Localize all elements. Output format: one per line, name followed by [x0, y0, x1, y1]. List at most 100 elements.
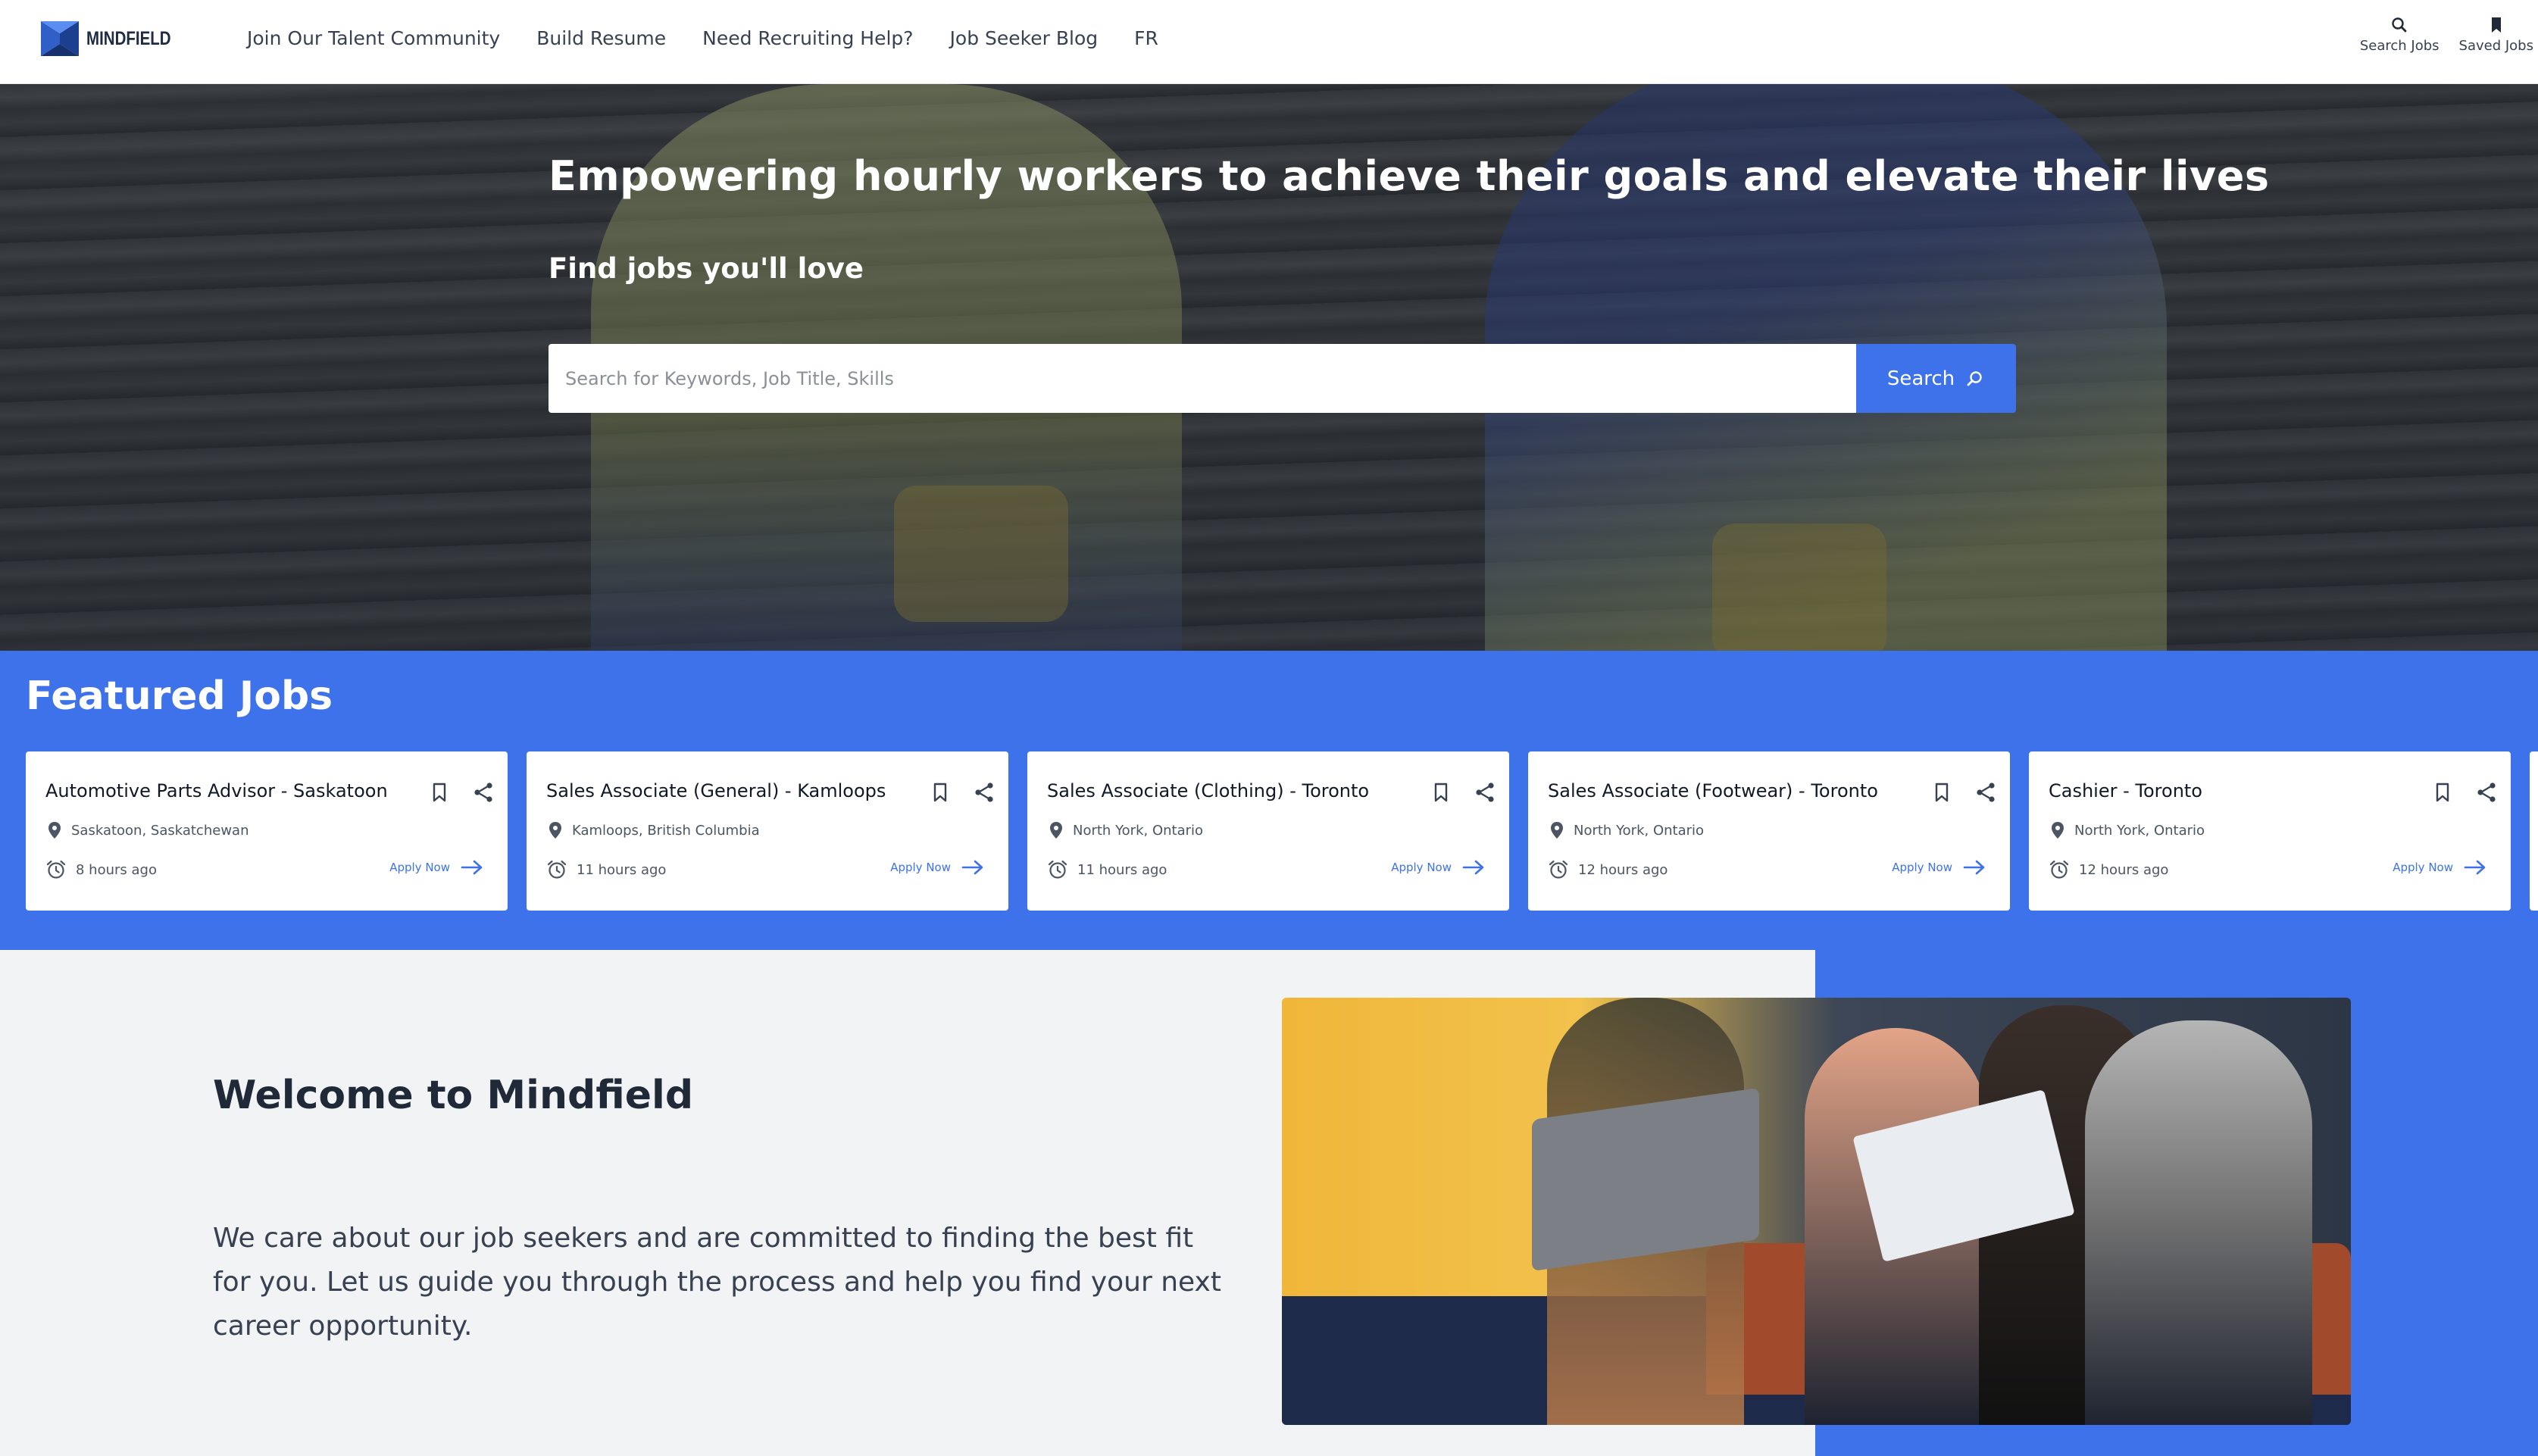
job-search-input[interactable] — [549, 344, 1856, 413]
nav-language-fr[interactable]: FR — [1134, 27, 1158, 49]
site-header: MINDFIELD Join Our Talent Community Buil… — [0, 0, 2538, 84]
job-posted-text: 8 hours ago — [76, 861, 157, 878]
location-pin-icon — [2052, 822, 2064, 839]
alarm-clock-icon — [547, 860, 567, 879]
bookmark-icon[interactable] — [1930, 780, 1954, 805]
job-card-next-peek[interactable] — [2530, 751, 2538, 911]
nav-join-talent-community[interactable]: Join Our Talent Community — [247, 27, 500, 49]
nav-recruiting-help[interactable]: Need Recruiting Help? — [702, 27, 913, 49]
arrow-right-icon — [961, 860, 983, 875]
location-pin-icon — [1551, 822, 1563, 839]
job-location-text: North York, Ontario — [1073, 822, 1204, 839]
hero-subtitle: Find jobs you'll love — [549, 252, 864, 285]
logo-text: MINDFIELD — [86, 27, 171, 49]
apply-now-label: Apply Now — [389, 861, 450, 874]
search-jobs-label: Search Jobs — [2359, 38, 2440, 54]
photo-laptop — [1532, 1087, 1759, 1272]
arrow-right-icon — [461, 860, 483, 875]
bookmark-icon[interactable] — [928, 780, 952, 805]
search-icon — [1967, 370, 1982, 386]
job-card[interactable]: Sales Associate (Footwear) - Toronto Nort… — [1528, 751, 2010, 911]
featured-jobs-carousel: Automotive Parts Advisor - Saskatoon Sask… — [26, 751, 2538, 911]
job-title[interactable]: Sales Associate (Clothing) - Toronto — [1047, 780, 1369, 801]
job-location: Kamloops, British Columbia — [548, 821, 760, 839]
job-location-text: Kamloops, British Columbia — [572, 822, 760, 839]
saved-jobs-label: Saved Jobs — [2458, 38, 2533, 54]
welcome-body: We care about our job seekers and are co… — [213, 1223, 1221, 1342]
location-pin-icon — [48, 822, 61, 839]
job-card[interactable]: Automotive Parts Advisor - Saskatoon Sask… — [26, 751, 508, 911]
job-title[interactable]: Sales Associate (General) - Kamloops — [546, 780, 886, 801]
location-pin-icon — [549, 822, 561, 839]
apply-now-label: Apply Now — [2393, 861, 2453, 874]
apply-now-link[interactable]: Apply Now — [389, 859, 483, 876]
team-meeting-photo — [1282, 998, 2351, 1425]
bookmark-icon[interactable] — [2430, 780, 2455, 805]
job-posted-time: 11 hours ago — [546, 859, 666, 880]
share-icon[interactable] — [2474, 780, 2499, 805]
featured-jobs-section: Featured Jobs Automotive Parts Advisor -… — [0, 651, 2538, 950]
job-card[interactable]: Sales Associate (General) - Kamloops Kaml… — [527, 751, 1008, 911]
job-posted-text: 11 hours ago — [577, 861, 667, 878]
job-location: North York, Ontario — [2050, 821, 2205, 839]
job-posted-time: 8 hours ago — [45, 859, 157, 880]
job-posted-time: 12 hours ago — [2049, 859, 2168, 880]
mindfield-logo[interactable]: MINDFIELD — [41, 21, 189, 56]
job-card-actions — [2430, 780, 2499, 805]
hero-title: Empowering hourly workers to achieve the… — [549, 152, 2270, 200]
job-search-bar: Search — [549, 344, 2016, 413]
alarm-clock-icon — [1048, 860, 1067, 879]
nav-job-seeker-blog[interactable]: Job Seeker Blog — [950, 27, 1099, 49]
job-card-actions — [1429, 780, 1497, 805]
welcome-title: Welcome to Mindfield — [213, 1073, 694, 1118]
job-posted-time: 12 hours ago — [1548, 859, 1668, 880]
job-search-button[interactable]: Search — [1856, 344, 2016, 413]
job-posted-text: 11 hours ago — [1077, 861, 1167, 878]
apply-now-label: Apply Now — [1892, 861, 1952, 874]
job-location: Saskatoon, Saskatchewan — [47, 821, 248, 839]
search-jobs-button[interactable]: Search Jobs — [2360, 15, 2440, 54]
bookmark-icon[interactable] — [1429, 780, 1453, 805]
share-icon[interactable] — [1473, 780, 1497, 805]
job-location: North York, Ontario — [1549, 821, 1704, 839]
share-icon[interactable] — [1974, 780, 1998, 805]
job-posted-text: 12 hours ago — [2079, 861, 2169, 878]
search-icon — [2392, 17, 2407, 33]
job-title[interactable]: Automotive Parts Advisor - Saskatoon — [45, 780, 388, 801]
apply-now-link[interactable]: Apply Now — [1391, 859, 1485, 876]
bookmark-icon[interactable] — [427, 780, 452, 805]
alarm-clock-icon — [2049, 860, 2069, 879]
job-card-actions — [928, 780, 996, 805]
job-location-text: Saskatoon, Saskatchewan — [71, 822, 249, 839]
alarm-clock-icon — [1549, 860, 1568, 879]
location-pin-icon — [1050, 822, 1062, 839]
apply-now-link[interactable]: Apply Now — [1892, 859, 1986, 876]
arrow-right-icon — [1963, 860, 1985, 875]
job-posted-time: 11 hours ago — [1047, 859, 1167, 880]
job-card-actions — [427, 780, 495, 805]
saved-jobs-button[interactable]: Saved Jobs — [2459, 15, 2533, 54]
arrow-right-icon — [1462, 860, 1484, 875]
bookmark-icon — [2491, 17, 2501, 33]
job-title[interactable]: Cashier - Toronto — [2049, 780, 2202, 801]
job-card[interactable]: Cashier - Toronto North York, Ontario 12 h… — [2029, 751, 2511, 911]
job-title[interactable]: Sales Associate (Footwear) - Toronto — [1548, 780, 1878, 801]
alarm-clock-icon — [46, 860, 66, 879]
job-search-button-label: Search — [1886, 367, 1955, 390]
hero-section: Empowering hourly workers to achieve the… — [0, 84, 2538, 651]
featured-jobs-title: Featured Jobs — [26, 673, 333, 719]
main-nav: Join Our Talent Community Build Resume N… — [247, 0, 1158, 76]
job-location-text: North York, Ontario — [2074, 822, 2205, 839]
arrow-right-icon — [2464, 860, 2486, 875]
job-posted-text: 12 hours ago — [1578, 861, 1668, 878]
header-tools: Search Jobs Saved Jobs — [2360, 15, 2533, 54]
share-icon[interactable] — [471, 780, 495, 805]
apply-now-link[interactable]: Apply Now — [890, 859, 984, 876]
job-card[interactable]: Sales Associate (Clothing) - Toronto Nort… — [1027, 751, 1509, 911]
apply-now-label: Apply Now — [1391, 861, 1452, 874]
apply-now-link[interactable]: Apply Now — [2393, 859, 2486, 876]
apply-now-label: Apply Now — [890, 861, 951, 874]
mindfield-logo-icon — [41, 21, 79, 56]
share-icon[interactable] — [972, 780, 996, 805]
nav-build-resume[interactable]: Build Resume — [536, 27, 666, 49]
